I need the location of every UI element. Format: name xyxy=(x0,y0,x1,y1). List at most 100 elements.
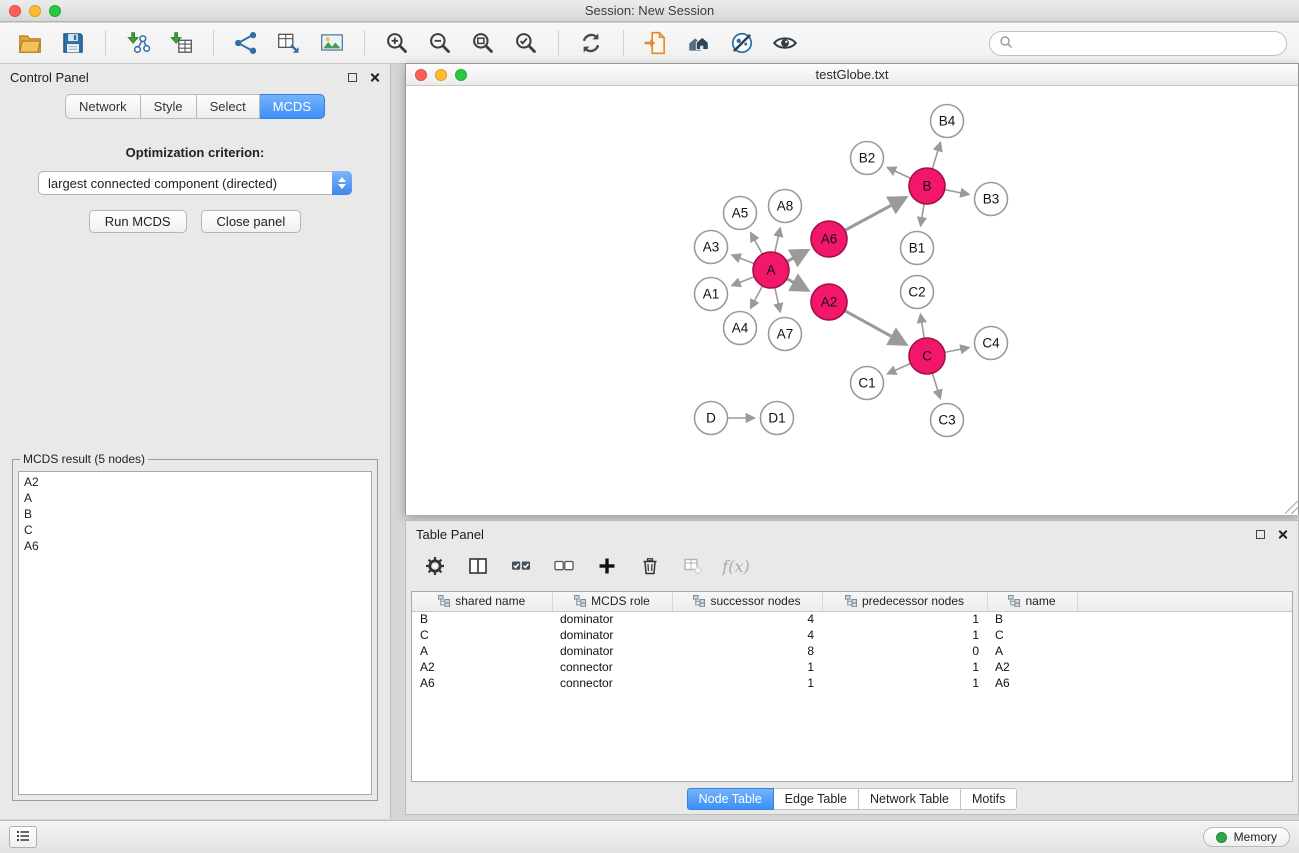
column-header-shared-name[interactable]: shared name xyxy=(412,592,552,611)
edge-B-B3[interactable] xyxy=(945,190,969,195)
close-panel-icon[interactable] xyxy=(369,72,380,83)
node-B[interactable]: B xyxy=(909,168,945,204)
zoom-fit-button[interactable] xyxy=(465,27,501,59)
table-row[interactable]: A6connector11A6 xyxy=(412,675,1292,691)
edge-A-A1[interactable] xyxy=(732,277,754,286)
node-A1[interactable]: A1 xyxy=(695,278,728,311)
column-header-predecessor-nodes[interactable]: predecessor nodes xyxy=(822,592,987,611)
edge-A-A8[interactable] xyxy=(775,228,780,252)
edge-C-C2[interactable] xyxy=(921,314,925,338)
cell-mcds-role[interactable]: connector xyxy=(552,675,672,691)
edge-A2-C[interactable] xyxy=(845,311,906,345)
node-C1[interactable]: C1 xyxy=(851,367,884,400)
edge-A-A4[interactable] xyxy=(751,286,763,308)
node-A7[interactable]: A7 xyxy=(769,318,802,351)
cell-shared-name[interactable]: A2 xyxy=(412,659,552,675)
tab-motifs[interactable]: Motifs xyxy=(961,788,1017,810)
mcds-result-item[interactable]: C xyxy=(24,522,366,538)
cell-shared-name[interactable]: A6 xyxy=(412,675,552,691)
node-A5[interactable]: A5 xyxy=(724,197,757,230)
edge-A-A2[interactable] xyxy=(787,279,808,291)
edge-C-C4[interactable] xyxy=(945,348,969,353)
share-network-button[interactable] xyxy=(228,27,264,59)
node-A2[interactable]: A2 xyxy=(811,284,847,320)
node-A3[interactable]: A3 xyxy=(695,231,728,264)
cell-successor-nodes[interactable]: 8 xyxy=(672,643,822,659)
edge-A-A6[interactable] xyxy=(787,250,808,261)
node-B4[interactable]: B4 xyxy=(931,105,964,138)
table-settings-button[interactable] xyxy=(422,553,448,579)
node-A4[interactable]: A4 xyxy=(724,312,757,345)
tab-network-table[interactable]: Network Table xyxy=(859,788,961,810)
column-header-mcds-role[interactable]: MCDS role xyxy=(552,592,672,611)
cell-successor-nodes[interactable]: 4 xyxy=(672,627,822,643)
node-D[interactable]: D xyxy=(695,402,728,435)
home-button[interactable] xyxy=(681,27,717,59)
cell-successor-nodes[interactable]: 4 xyxy=(672,611,822,627)
eye-button[interactable] xyxy=(767,27,803,59)
close-window-icon[interactable] xyxy=(9,5,21,17)
open-folder-button[interactable] xyxy=(12,27,48,59)
cell-shared-name[interactable]: A xyxy=(412,643,552,659)
mcds-result-item[interactable]: A2 xyxy=(24,474,366,490)
cell-name[interactable]: A xyxy=(987,643,1077,659)
mcds-result-item[interactable]: A xyxy=(24,490,366,506)
tab-style[interactable]: Style xyxy=(141,94,197,119)
table-row[interactable]: A2connector11A2 xyxy=(412,659,1292,675)
zoom-window-icon[interactable] xyxy=(49,5,61,17)
node-D1[interactable]: D1 xyxy=(761,402,794,435)
edge-B-B2[interactable] xyxy=(887,168,910,179)
node-C3[interactable]: C3 xyxy=(931,404,964,437)
node-C2[interactable]: C2 xyxy=(901,276,934,309)
run-mcds-button[interactable]: Run MCDS xyxy=(89,210,187,233)
edge-A-A3[interactable] xyxy=(732,255,754,264)
cell-name[interactable]: A2 xyxy=(987,659,1077,675)
edge-A-A7[interactable] xyxy=(775,288,780,312)
minimize-network-window-icon[interactable] xyxy=(435,69,447,81)
cell-predecessor-nodes[interactable]: 1 xyxy=(822,659,987,675)
close-table-panel-icon[interactable] xyxy=(1277,529,1288,540)
function-builder-button[interactable]: f(x) xyxy=(723,553,749,579)
float-panel-icon[interactable] xyxy=(348,73,357,82)
task-history-button[interactable] xyxy=(9,826,37,848)
mcds-result-item[interactable]: A6 xyxy=(24,538,366,554)
minimize-window-icon[interactable] xyxy=(29,5,41,17)
node-C4[interactable]: C4 xyxy=(975,327,1008,360)
search-box[interactable] xyxy=(989,31,1287,56)
node-B1[interactable]: B1 xyxy=(901,232,934,265)
tab-node-table[interactable]: Node Table xyxy=(687,788,774,810)
network-window-titlebar[interactable]: testGlobe.txt xyxy=(406,64,1298,86)
export-image-button[interactable] xyxy=(314,27,350,59)
zoom-selected-button[interactable] xyxy=(508,27,544,59)
cell-predecessor-nodes[interactable]: 1 xyxy=(822,627,987,643)
mcds-result-item[interactable]: B xyxy=(24,506,366,522)
edge-C-C1[interactable] xyxy=(888,363,911,373)
cell-successor-nodes[interactable]: 1 xyxy=(672,675,822,691)
cell-name[interactable]: B xyxy=(987,611,1077,627)
close-panel-button[interactable]: Close panel xyxy=(201,210,302,233)
mcds-result-list[interactable]: A2ABCA6 xyxy=(18,471,372,795)
cell-successor-nodes[interactable]: 1 xyxy=(672,659,822,675)
edge-C-C3[interactable] xyxy=(932,373,940,398)
cell-predecessor-nodes[interactable]: 0 xyxy=(822,643,987,659)
node-B2[interactable]: B2 xyxy=(851,142,884,175)
edge-A-A5[interactable] xyxy=(751,233,763,254)
delete-row-button[interactable] xyxy=(637,553,663,579)
cell-predecessor-nodes[interactable]: 1 xyxy=(822,675,987,691)
tab-mcds[interactable]: MCDS xyxy=(260,94,325,119)
optimization-criterion-dropdown[interactable]: largest connected component (directed) xyxy=(38,171,352,195)
close-network-window-icon[interactable] xyxy=(415,69,427,81)
tab-network[interactable]: Network xyxy=(65,94,141,119)
import-table-button[interactable] xyxy=(163,27,199,59)
tab-select[interactable]: Select xyxy=(197,94,260,119)
tab-edge-table[interactable]: Edge Table xyxy=(774,788,859,810)
node-B3[interactable]: B3 xyxy=(975,183,1008,216)
zoom-in-button[interactable] xyxy=(379,27,415,59)
cell-mcds-role[interactable]: dominator xyxy=(552,643,672,659)
cell-mcds-role[interactable]: dominator xyxy=(552,611,672,627)
memory-button[interactable]: Memory xyxy=(1203,827,1290,847)
delete-table-button[interactable] xyxy=(680,553,706,579)
add-row-button[interactable] xyxy=(594,553,620,579)
select-all-button[interactable] xyxy=(508,553,534,579)
node-A6[interactable]: A6 xyxy=(811,221,847,257)
